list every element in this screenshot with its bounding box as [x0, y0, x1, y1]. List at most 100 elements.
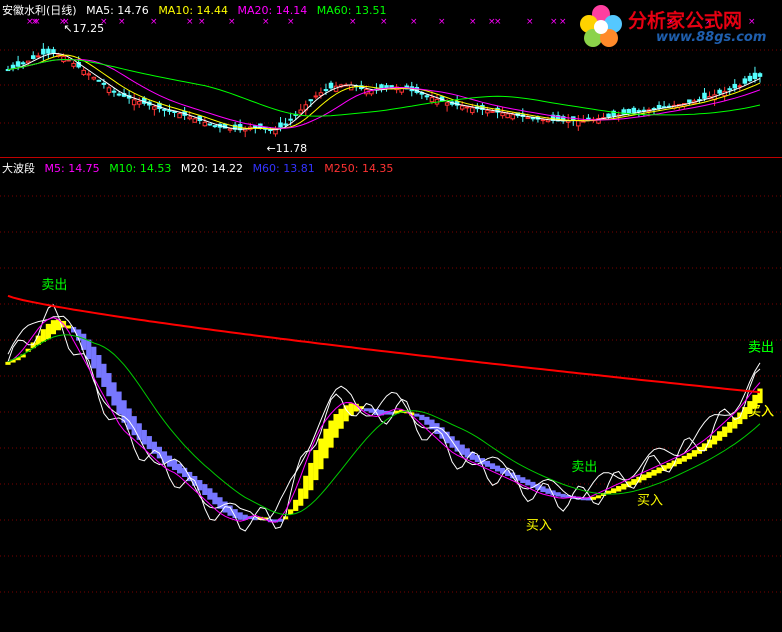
candle-body — [687, 99, 692, 103]
wave-band-bar — [86, 339, 92, 360]
signal-x-marker: × — [62, 17, 70, 27]
signal-x-marker: × — [438, 17, 446, 27]
wave-band-bar — [500, 467, 506, 474]
candle-body — [737, 85, 743, 88]
m5-line — [7, 317, 761, 523]
m250-line — [7, 294, 761, 394]
wave-band-bar — [146, 436, 152, 450]
wave-band-bar — [141, 429, 147, 445]
wave-band-bar — [484, 460, 491, 467]
candle-body — [742, 78, 748, 84]
candle-body — [429, 97, 435, 103]
m60-label: M60: 13.81 — [252, 162, 315, 175]
wave-band-bar — [368, 408, 374, 413]
candle-body — [717, 89, 722, 94]
candle-body — [177, 113, 182, 119]
candle-body — [540, 119, 546, 122]
signal-x-marker: × — [494, 17, 502, 27]
low-price-label: ←11.78 — [266, 142, 307, 155]
ma10-label: MA10: 14.44 — [158, 4, 229, 17]
candle-body — [631, 107, 637, 113]
ma20-label: MA20: 14.14 — [237, 4, 308, 17]
signal-x-marker: × — [550, 17, 558, 27]
candle-body — [71, 62, 76, 67]
wave-band-bar — [520, 477, 526, 484]
m10-line — [7, 334, 761, 516]
wave-band-bar — [106, 373, 112, 397]
wave-band-bar — [333, 414, 339, 438]
wave-band-bar — [96, 355, 102, 378]
candle-body — [500, 112, 505, 117]
signal-x-marker: × — [186, 17, 194, 27]
ma5-line — [7, 52, 761, 131]
candle-body — [459, 105, 465, 110]
buy-annotation: 买入 — [637, 494, 663, 509]
candle-body — [732, 83, 738, 89]
wave-band-bar — [91, 346, 97, 369]
candle-body — [10, 64, 16, 69]
candle-body — [131, 99, 137, 106]
sell-annotation: 卖出 — [748, 341, 774, 356]
candle-body — [202, 121, 208, 127]
m10-label: M10: 14.53 — [109, 162, 172, 175]
sell-annotation: 卖出 — [41, 278, 67, 293]
wave-band-bar — [525, 479, 531, 486]
wave-band-bar — [434, 423, 440, 435]
candle-body — [278, 122, 283, 128]
candle-body — [510, 114, 515, 120]
wave-band-bar — [631, 479, 637, 485]
wave-band-series — [5, 319, 763, 523]
candle-body — [41, 48, 46, 55]
wave-band-bar — [308, 462, 314, 491]
grid-lines — [0, 49, 782, 593]
signal-x-marker: × — [559, 17, 567, 27]
wave-band-bar — [722, 426, 728, 437]
candle-body — [36, 55, 41, 58]
wave-band-bar — [176, 463, 183, 474]
wave-band-bar — [338, 408, 344, 429]
signal-x-marker: × — [526, 17, 534, 27]
wave-band-bar — [555, 492, 561, 497]
wave-band-bar — [111, 382, 117, 406]
top-legend: 安徽水利(日线) MA5: 14.76 MA10: 14.44 MA20: 14… — [2, 2, 392, 18]
wave-band-bar — [424, 416, 430, 425]
candle-body — [207, 123, 213, 126]
signal-x-marker: × — [410, 17, 418, 27]
candle-body — [101, 82, 107, 85]
candle-body — [15, 61, 21, 67]
candle-body — [283, 123, 288, 126]
wave-band-bar — [616, 486, 622, 492]
candle-body — [465, 106, 470, 109]
wave-band-bar — [666, 462, 672, 469]
candle-body — [485, 109, 490, 114]
wave-band-bar — [646, 472, 652, 478]
wave-band-bar — [676, 458, 682, 465]
candle-body — [626, 109, 632, 114]
candle-body — [702, 92, 707, 99]
candle-body — [328, 82, 334, 89]
wave-band-bar — [323, 428, 329, 459]
wave-band-bar — [171, 459, 178, 471]
bottom-legend: 大波段 M5: 14.75 M10: 14.53 M20: 14.22 M60:… — [2, 160, 399, 176]
candle-body — [91, 76, 97, 80]
candle-body — [752, 72, 758, 80]
wave-band-bar — [212, 492, 218, 505]
top-title: 安徽水利(日线) — [2, 4, 77, 17]
candle-body — [576, 120, 581, 127]
signal-x-marker: × — [262, 17, 270, 27]
fast-line-2 — [7, 315, 761, 521]
wave-band-bar — [328, 420, 334, 448]
candle-body — [116, 93, 122, 96]
candle-body — [636, 110, 642, 113]
signal-x-marker: × — [198, 17, 206, 27]
candle-body — [444, 102, 450, 106]
signal-x-marker: × — [380, 17, 388, 27]
candle-body — [81, 69, 86, 75]
wave-band-bar — [595, 495, 602, 499]
candle-body — [273, 129, 278, 135]
candle-body — [96, 79, 102, 82]
wave-band-bar — [717, 431, 723, 441]
flower-icon — [580, 5, 622, 47]
wave-band-bar — [101, 363, 107, 387]
wave-band-bar — [494, 465, 501, 472]
